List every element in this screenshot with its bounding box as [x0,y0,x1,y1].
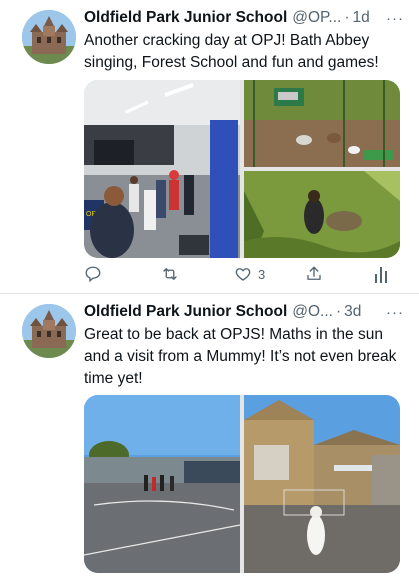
media-photo-playground[interactable] [84,395,241,573]
retweet-button[interactable] [160,265,180,283]
author-name[interactable]: Oldfield Park Junior School [84,9,287,27]
tweet-timestamp[interactable]: 1d [353,9,370,27]
share-button[interactable] [305,265,323,283]
tweet-text: Great to be back at OPJS! Maths in the s… [84,326,397,387]
media-photo-chicken-coop[interactable] [244,80,400,167]
retweet-icon [163,268,177,280]
tweet-header: Oldfield Park Junior School @OP... · 1d … [84,8,404,28]
tweet-media-grid[interactable]: OPJS [84,80,400,258]
tweet-media-grid[interactable] [84,395,400,573]
like-count: 3 [258,266,266,282]
tweet-text: Another cracking day at OPJ! Bath Abbey … [84,32,379,71]
like-icon [235,268,251,281]
more-options-icon[interactable]: ··· [386,304,404,321]
reply-icon [85,266,101,283]
tweet-1[interactable]: Oldfield Park Junior School @OP... · 1d … [0,0,419,292]
more-options-icon[interactable]: ··· [386,10,404,27]
separator-dot: · [335,303,342,320]
media-photo-forest-school[interactable] [244,171,400,258]
media-photo-hall[interactable]: OPJS [84,80,240,258]
separator-dot: · [344,9,350,26]
reply-button[interactable] [84,265,102,283]
media-photo-mummy-visit[interactable] [244,395,400,573]
analytics-icon [375,267,387,283]
school-building-icon [22,10,76,64]
author-avatar[interactable] [22,10,76,64]
analytics-button[interactable] [374,265,388,283]
like-button[interactable]: 3 [234,265,265,283]
tweet-header: Oldfield Park Junior School @O... · 3d ·… [84,302,404,322]
author-name[interactable]: Oldfield Park Junior School [84,303,287,321]
author-handle[interactable]: @OP... [292,9,341,27]
tweet-actions: 3 [84,263,400,285]
school-building-icon [22,304,76,358]
author-handle[interactable]: @O... [292,303,333,321]
tweet-2[interactable]: Oldfield Park Junior School @O... · 3d ·… [0,294,419,580]
tweet-timestamp[interactable]: 3d [344,303,361,321]
author-avatar[interactable] [22,304,76,358]
share-icon [307,266,321,280]
